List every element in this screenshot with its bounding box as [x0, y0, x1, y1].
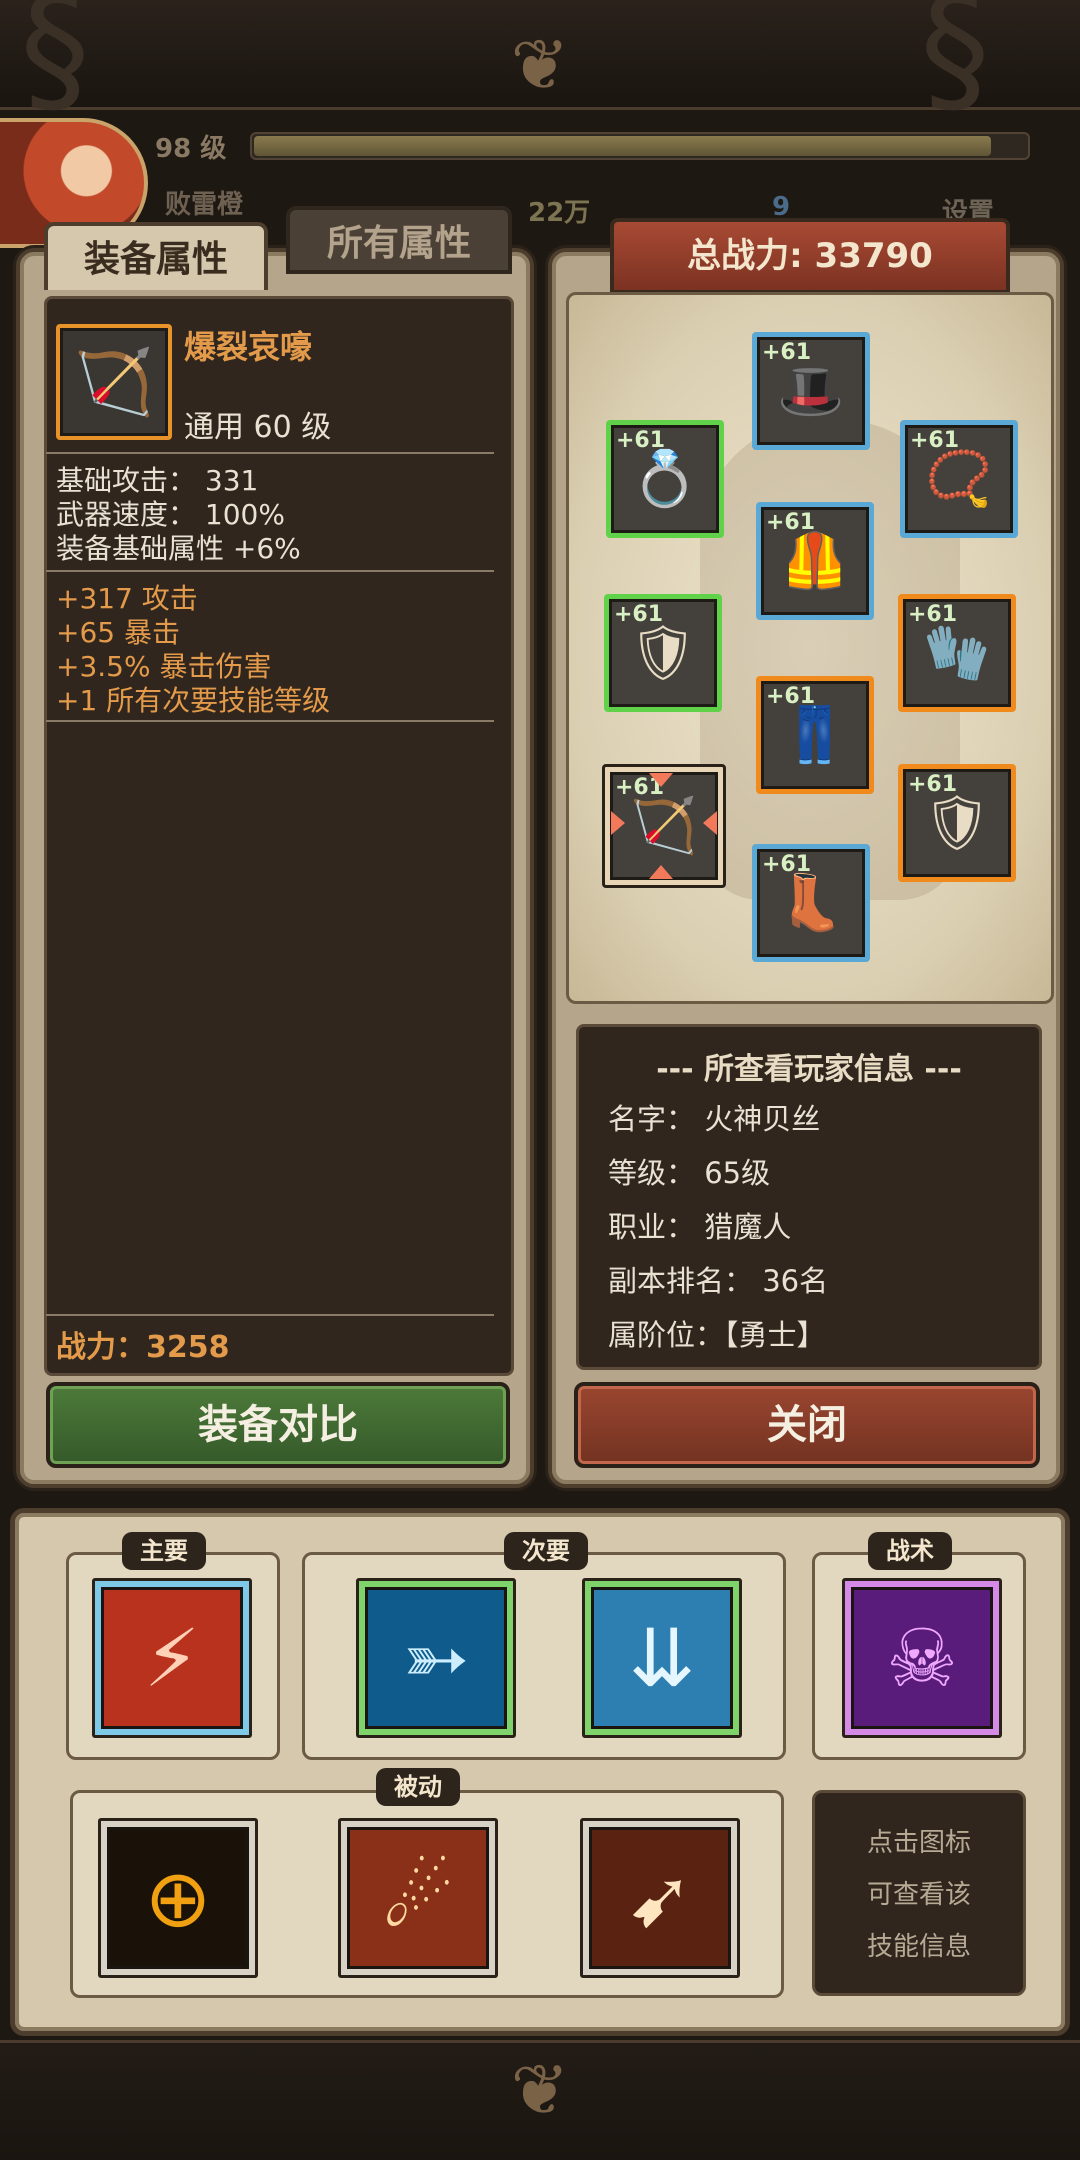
primary-label: 主要 [122, 1532, 206, 1570]
gloves-icon: 🧤 [923, 621, 991, 684]
xp-bar [250, 132, 1030, 160]
ring-icon: 💍 [631, 447, 699, 510]
close-button[interactable]: 关闭 [574, 1382, 1040, 1468]
info-class: 职业： 猎魔人 [608, 1210, 792, 1244]
skill-hint-box: 点击图标 可查看该 技能信息 [812, 1790, 1026, 1996]
total-power-banner: 总战力: 33790 [610, 218, 1010, 294]
bonus-stat-line: +3.5% 暴击伤害 [56, 650, 272, 683]
base-stat-line: 装备基础属性 +6% [56, 532, 301, 565]
hint-line: 可查看该 [866, 1880, 971, 1910]
item-detail-panel [44, 296, 514, 1376]
equip-slot-ring[interactable]: +61 💍 [606, 420, 724, 538]
base-stats: 基础攻击： 331 武器速度： 100% 装备基础属性 +6% [56, 464, 301, 566]
secondary-skill-slot-1[interactable]: ➳ [356, 1578, 516, 1738]
equip-slot-armor[interactable]: +61 🦺 [756, 502, 874, 620]
slot-level: +61 [908, 602, 958, 627]
selection-marker-icon [649, 773, 673, 787]
slot-level: +61 [614, 602, 664, 627]
slot-level: +61 [762, 340, 812, 365]
slot-level: +61 [616, 428, 666, 453]
item-type-level: 通用 60 级 [184, 410, 332, 445]
passive-skill-slot-3[interactable]: ➹ [580, 1818, 740, 1978]
passive-skill-slot-2[interactable]: ☄ [338, 1818, 498, 1978]
selection-marker-icon [703, 811, 717, 835]
piercing-arrow-skill-icon: ➹ [589, 1827, 731, 1969]
crosshair-skill-icon: ⊕ [107, 1827, 249, 1969]
equip-slot-gloves[interactable]: +61 🧤 [898, 594, 1016, 712]
equip-slot-bow-selected[interactable]: +61 🏹 [602, 764, 726, 888]
secondary-skill-slot-2[interactable]: ⇊ [582, 1578, 742, 1738]
slot-level: +61 [766, 510, 816, 535]
gold-count: 22万 [528, 198, 591, 228]
arrow-rain-skill-icon: ⇊ [591, 1587, 733, 1729]
slot-level: +61 [762, 852, 812, 877]
ornament-icon: ❦ [510, 24, 570, 106]
shoulder-icon: 🛡 [628, 621, 698, 684]
equip-slot-hat[interactable]: +61 🎩 [752, 332, 870, 450]
pants-icon: 👖 [781, 703, 849, 766]
armor-icon: 🦺 [781, 529, 849, 592]
divider [46, 452, 494, 454]
secondary-label: 次要 [504, 1532, 588, 1570]
hat-icon: 🎩 [777, 359, 845, 422]
bow-icon: 🏹 [630, 794, 698, 857]
slot-level: +61 [910, 428, 960, 453]
hint-line: 点击图标 [866, 1828, 971, 1858]
ornament-icon: ❦ [510, 2049, 570, 2131]
base-stat-line: 武器速度： 100% [56, 498, 285, 531]
equip-slot-shield[interactable]: +61 🛡 [898, 764, 1016, 882]
equip-slot-boots[interactable]: +61 👢 [752, 844, 870, 962]
info-tier: 属阶位：【勇士】 [608, 1318, 826, 1352]
info-rank: 副本排名： 36名 [608, 1264, 829, 1298]
tab-all-attributes[interactable]: 所有属性 [286, 206, 512, 274]
xp-fill [254, 136, 992, 156]
divider [46, 720, 494, 722]
equip-slot-pants[interactable]: +61 👖 [756, 676, 874, 794]
base-stat-line: 基础攻击： 331 [56, 464, 259, 497]
equip-slot-shoulder[interactable]: +61 🛡 [604, 594, 722, 712]
item-power: 战力：3258 [56, 1330, 230, 1365]
tactic-label: 战术 [868, 1532, 952, 1570]
compare-equipment-button[interactable]: 装备对比 [46, 1382, 510, 1468]
tactic-skill-slot[interactable]: ☠ [842, 1578, 1002, 1738]
necklace-icon: 📿 [925, 447, 993, 510]
selection-marker-icon [649, 865, 673, 879]
bonus-stats: +317 攻击 +65 暴击 +3.5% 暴击伤害 +1 所有次要技能等级 [56, 582, 330, 718]
bow-icon: 🏹 [60, 328, 168, 436]
swirl-decor: § [920, 0, 990, 131]
shield-icon: 🛡 [922, 791, 992, 854]
hint-line: 技能信息 [866, 1932, 971, 1962]
info-level: 等级： 65级 [608, 1156, 771, 1190]
passive-skill-slot-1[interactable]: ⊕ [98, 1818, 258, 1978]
multi-arrow-skill-icon: ➳ [365, 1587, 507, 1729]
equip-slot-necklace[interactable]: +61 📿 [900, 420, 1018, 538]
bonus-stat-line: +1 所有次要技能等级 [56, 684, 331, 717]
red-slash-skill-icon: ⚡ [101, 1587, 243, 1729]
divider [46, 570, 494, 572]
info-name: 名字： 火神贝丝 [608, 1102, 821, 1136]
item-icon-frame: 🏹 [56, 324, 172, 440]
selection-marker-icon [611, 811, 625, 835]
divider [46, 1314, 494, 1316]
fire-meteor-skill-icon: ☄ [347, 1827, 489, 1969]
tab-equip-attributes[interactable]: 装备属性 [44, 222, 268, 290]
bonus-stat-line: +65 暴击 [56, 616, 180, 649]
boots-icon: 👢 [777, 871, 845, 934]
slot-level: +61 [766, 684, 816, 709]
swirl-decor: § [20, 0, 90, 131]
player-info-title: --- 所查看玩家信息 --- [656, 1052, 962, 1087]
passive-label: 被动 [376, 1768, 460, 1806]
slot-level: +61 [908, 772, 958, 797]
demon-mark-skill-icon: ☠ [851, 1587, 993, 1729]
primary-skill-slot[interactable]: ⚡ [92, 1578, 252, 1738]
player-name: 败雷橙 [165, 190, 244, 220]
bonus-stat-line: +317 攻击 [56, 582, 198, 615]
player-level: 98 级 [155, 134, 227, 164]
item-name: 爆裂哀嚎 [184, 328, 313, 366]
